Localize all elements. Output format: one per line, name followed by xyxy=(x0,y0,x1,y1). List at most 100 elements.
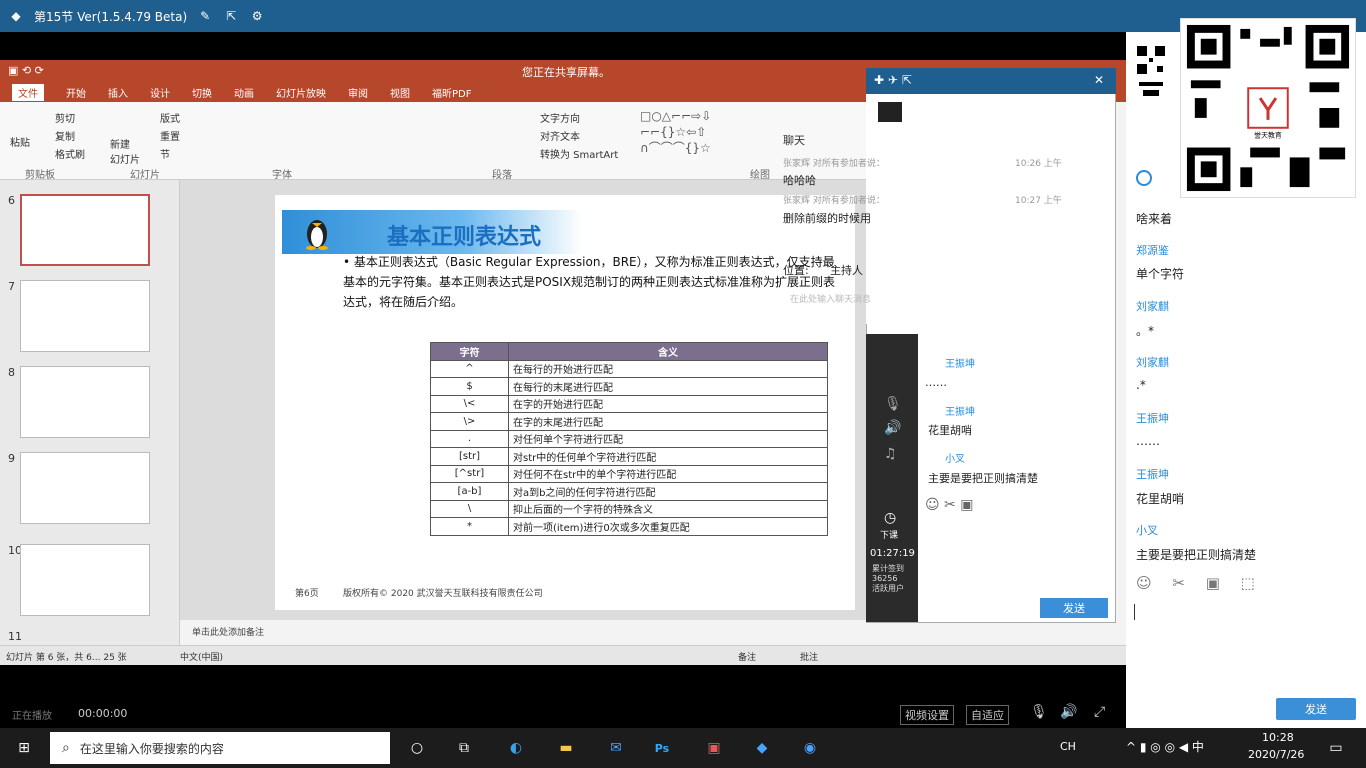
chat-input[interactable]: 在此处输入聊天消息 xyxy=(790,292,871,305)
video-call-icon[interactable]: ◉ xyxy=(798,736,822,760)
cut-button[interactable]: 剪切 xyxy=(55,110,75,125)
position-select[interactable]: 主持人 xyxy=(830,262,863,278)
table-cell: 对前一项(item)进行0次或多次重复匹配 xyxy=(508,517,828,536)
thumb-num: 9 xyxy=(8,452,15,465)
mail-icon[interactable]: ✉ xyxy=(604,736,628,760)
video-settings-button[interactable]: 视频设置 xyxy=(900,705,954,725)
menu-animations[interactable]: 动画 xyxy=(234,85,254,100)
table-cell: ^ xyxy=(430,359,509,378)
right-chat-name: 王振坤 xyxy=(1136,412,1169,425)
emoji-icon[interactable]: ☺ ✂ ▣ xyxy=(925,497,973,513)
cortana-icon[interactable]: ○ xyxy=(405,736,429,760)
menu-slideshow[interactable]: 幻灯片放映 xyxy=(276,85,326,100)
thumb-slide[interactable] xyxy=(20,366,150,438)
tray-icons[interactable]: ^ ▮ ◎ ◎ ◀ 中 xyxy=(1126,738,1204,755)
right-chat-tools[interactable]: ☺ ✂ ▣ ⬚ xyxy=(1136,574,1263,592)
task-view-icon[interactable]: ⧉ xyxy=(452,736,476,760)
right-chat-msg: 啥来着 xyxy=(1136,212,1173,226)
adaptive-button[interactable]: 自适应 xyxy=(966,705,1009,725)
photoshop-icon[interactable]: Ps xyxy=(650,736,674,760)
slide-count: 幻灯片 第 6 张，共 6... 25 张 xyxy=(6,653,127,663)
class-app-icon[interactable]: ◆ xyxy=(750,736,774,760)
qr-code-large-icon: 誉天教育 xyxy=(1180,18,1356,198)
ime-indicator[interactable]: CH xyxy=(1060,740,1076,753)
comments-toggle[interactable]: 批注 xyxy=(800,650,818,663)
menu-insert[interactable]: 插入 xyxy=(108,85,128,100)
menu-home[interactable]: 开始 xyxy=(66,85,86,100)
section-button[interactable]: 节 xyxy=(160,146,170,161)
table-cell: 对任何单个字符进行匹配 xyxy=(508,429,828,448)
copy-button[interactable]: 复制 xyxy=(55,128,75,143)
chat-toolbar-icons[interactable]: ✚ ✈ ⇱ xyxy=(874,73,912,87)
thumb-num: 7 xyxy=(8,280,15,293)
mic-icon[interactable]: 🎙 xyxy=(884,396,902,412)
chat-send-button[interactable]: 发送 xyxy=(1040,598,1108,618)
app-icon[interactable]: ▣ xyxy=(702,736,726,760)
paste-button[interactable]: 粘贴 xyxy=(10,134,30,149)
table-cell: 抑止后面的一个字符的特殊含义 xyxy=(508,499,828,518)
class-end-button[interactable]: 下课 xyxy=(880,528,898,541)
slide-page-number: 第6页 xyxy=(295,589,319,599)
music-icon[interactable]: ♫ xyxy=(884,446,897,462)
speaker-icon[interactable]: 🔊 xyxy=(884,420,901,436)
thumb-slide[interactable] xyxy=(20,194,150,266)
menu-transitions[interactable]: 切换 xyxy=(192,85,212,100)
close-icon[interactable]: ✕ xyxy=(1094,73,1104,87)
settings-icon[interactable]: ⚙ xyxy=(249,8,265,24)
right-chat-name: 小叉 xyxy=(1136,524,1158,537)
clock-date[interactable]: 2020/7/26 xyxy=(1248,748,1304,761)
group-clipboard: 剪贴板 xyxy=(25,170,55,181)
menu-view[interactable]: 视图 xyxy=(390,85,410,100)
table-row: \> 在字的末尾进行匹配 xyxy=(430,412,828,431)
file-explorer-icon[interactable]: ▬ xyxy=(554,736,578,760)
thumb-slide[interactable] xyxy=(20,544,150,616)
speaker-icon[interactable]: 🔊 xyxy=(1060,704,1077,720)
notes-pane[interactable]: 单击此处添加备注 xyxy=(180,620,866,646)
table-header-row: 字符 含义 xyxy=(430,342,828,361)
menu-design[interactable]: 设计 xyxy=(150,85,170,100)
thumb-slide[interactable] xyxy=(20,452,150,524)
menu-file[interactable]: 文件 xyxy=(12,83,44,101)
format-painter-button[interactable]: 格式刷 xyxy=(55,146,85,161)
app-menu-icon[interactable]: ◆ xyxy=(8,8,24,24)
table-row: [a-b] 对a到b之间的任何字符进行匹配 xyxy=(430,482,828,501)
edit-icon[interactable]: ✎ xyxy=(197,8,213,24)
windows-start-icon[interactable]: ⊞ xyxy=(12,736,36,760)
chat-time: 10:27 上午 xyxy=(1015,196,1062,206)
send-label: 发送 xyxy=(1063,602,1085,615)
reset-button[interactable]: 重置 xyxy=(160,128,180,143)
table-cell: 对str中的任何单个字符进行匹配 xyxy=(508,447,828,466)
table-row: \ 抑止后面的一个字符的特殊含义 xyxy=(430,499,828,518)
shapes-gallery[interactable]: □○△⌐⌐⇨⇩ ⌐⌐{}☆⇦⇧ ∩⌒⌒⌒{}☆ xyxy=(640,108,740,158)
thumb-slide[interactable] xyxy=(20,280,150,352)
table-header: 含义 xyxy=(508,342,828,361)
notification-icon[interactable]: ▭ xyxy=(1324,736,1348,760)
right-chat-msg: …… xyxy=(1136,434,1160,448)
clock-icon[interactable]: ◷ xyxy=(884,510,896,526)
menu-foxit[interactable]: 福昕PDF xyxy=(432,85,471,100)
save-icon[interactable]: ▣ ⟲ ⟳ xyxy=(8,64,44,77)
media-status: 正在播放 xyxy=(12,711,52,722)
layout-button[interactable]: 版式 xyxy=(160,110,180,125)
fullscreen-icon[interactable]: ⤢ xyxy=(1094,704,1105,720)
mic-icon[interactable]: 🎙 xyxy=(1030,704,1048,720)
table-cell: \< xyxy=(430,394,509,413)
table-row: ^ 在每行的开始进行匹配 xyxy=(430,359,828,378)
text-cursor[interactable] xyxy=(1134,604,1135,620)
align-text-button[interactable]: 对齐文本 xyxy=(540,128,580,143)
slide-title: 基本正则表达式 xyxy=(387,225,542,250)
share-screen-icon[interactable] xyxy=(878,102,902,122)
new-slide-button[interactable]: 新建 幻灯片 xyxy=(110,136,140,166)
right-send-button[interactable]: 发送 xyxy=(1276,698,1356,720)
share-icon[interactable]: ⇱ xyxy=(223,8,239,24)
notes-toggle[interactable]: 备注 xyxy=(738,650,756,663)
session-timer: 01:27:19 xyxy=(870,548,915,559)
clock-time[interactable]: 10:28 xyxy=(1262,731,1294,744)
table-cell: 对任何不在str中的单个字符进行匹配 xyxy=(508,464,828,483)
chat-sender: 张家辉 对所有参加者说： xyxy=(783,196,885,206)
smartart-button[interactable]: 转换为 SmartArt xyxy=(540,146,618,161)
edge-icon[interactable]: ◐ xyxy=(504,736,528,760)
menu-review[interactable]: 审阅 xyxy=(348,85,368,100)
taskbar-search[interactable]: ⌕ 在这里输入你要搜索的内容 xyxy=(50,732,390,764)
text-direction-button[interactable]: 文字方向 xyxy=(540,110,580,125)
